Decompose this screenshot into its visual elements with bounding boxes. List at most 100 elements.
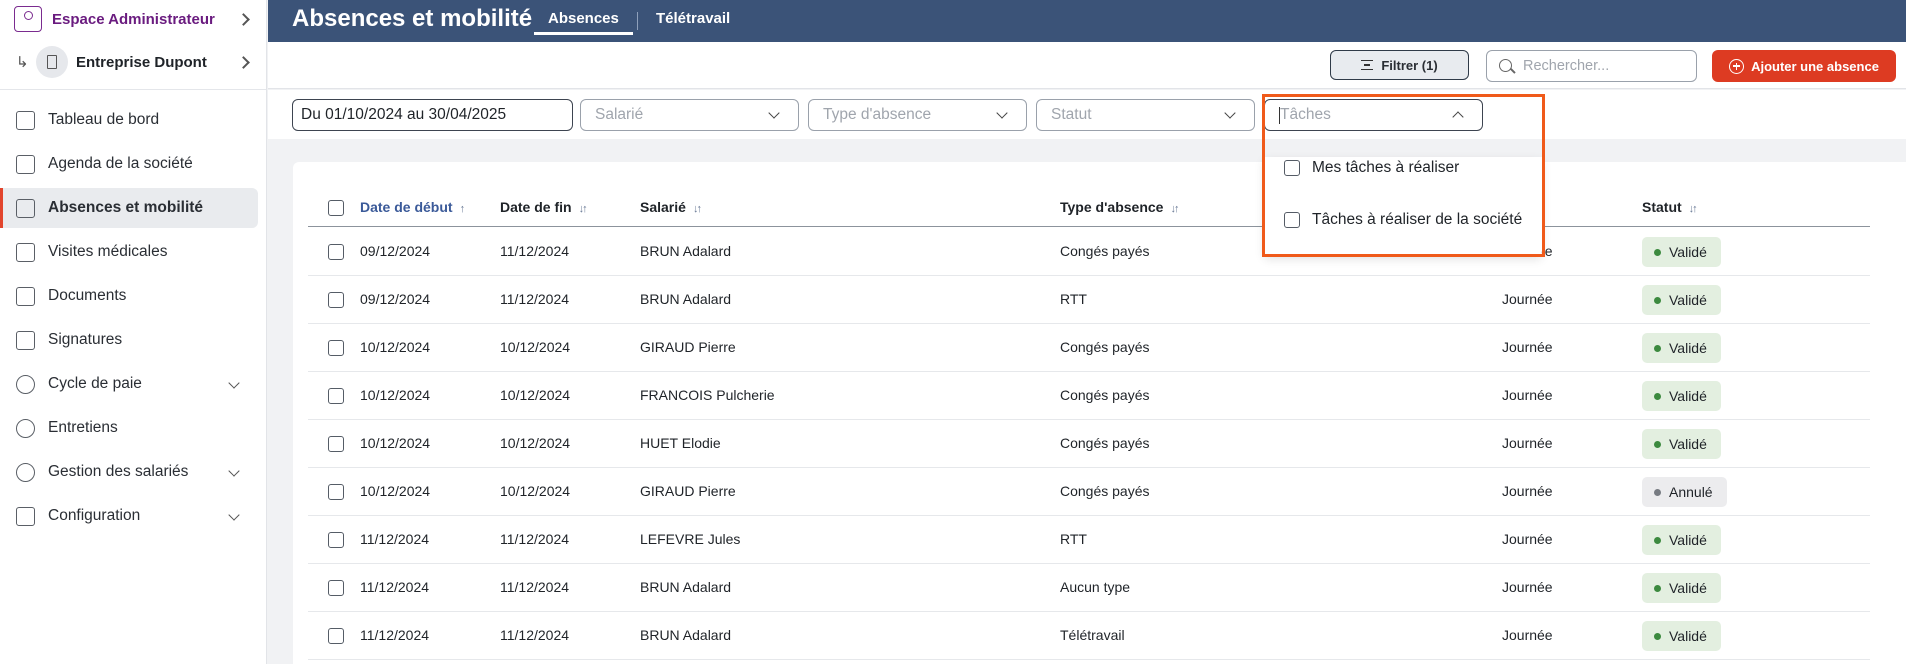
column-employee[interactable]: Salarié ↓↑ (640, 199, 702, 215)
absence-type-cell: RTT (1060, 291, 1087, 307)
row-checkbox[interactable] (328, 580, 344, 596)
table-row[interactable]: 09/12/2024 11/12/2024 BRUN Adalard RTT J… (308, 276, 1870, 324)
column-label: Statut (1642, 199, 1682, 215)
sort-up-icon: ↑ (459, 203, 465, 215)
absence-type-cell: Aucun type (1060, 579, 1131, 595)
row-checkbox[interactable] (328, 532, 344, 548)
column-start-date[interactable]: Date de début ↑ (360, 199, 465, 215)
chevron-down-icon (768, 107, 780, 119)
company-switch[interactable]: ↳ Entreprise Dupont (0, 45, 266, 79)
table-row[interactable]: 09/12/2024 11/12/2024 BRUN Adalard Congé… (308, 228, 1870, 276)
sidebar-item-dashboard[interactable]: Tableau de bord (0, 100, 258, 140)
row-checkbox[interactable] (328, 244, 344, 260)
row-checkbox[interactable] (328, 292, 344, 308)
date-range-field[interactable]: Du 01/10/2024 au 30/04/2025 (292, 99, 573, 131)
sidebar-item-calendar[interactable]: Agenda de la société (0, 144, 258, 184)
sidebar-item-label: Agenda de la société (48, 155, 193, 172)
search-box (1486, 50, 1697, 82)
users-icon (16, 463, 35, 482)
table-row[interactable]: 10/12/2024 10/12/2024 GIRAUD Pierre Cong… (308, 324, 1870, 372)
calendar-icon (16, 155, 35, 174)
admin-space-switch[interactable]: Espace Administrateur (0, 3, 266, 35)
row-checkbox[interactable] (328, 388, 344, 404)
sidebar-header: Espace Administrateur ↳ Entreprise Dupon… (0, 0, 266, 90)
sidebar-item-payroll[interactable]: Cycle de paie (0, 364, 258, 404)
status-select[interactable]: Statut (1036, 99, 1255, 131)
row-checkbox[interactable] (328, 340, 344, 356)
add-absence-button[interactable]: Ajouter une absence (1712, 50, 1896, 82)
employee-cell: BRUN Adalard (640, 627, 732, 643)
table-header: Date de début ↑ Date de fin ↓↑ Salarié ↓↑ T… (308, 190, 1870, 227)
employee-cell: FRANCOIS Pulcherie (640, 387, 775, 403)
admin-icon (14, 6, 42, 32)
tab-telework[interactable]: Télétravail (656, 10, 730, 27)
chevron-down-icon (1224, 107, 1236, 119)
end-date-cell: 10/12/2024 (500, 483, 571, 499)
status-dot (1654, 392, 1661, 400)
sidebar-item-signatures[interactable]: Signatures (0, 320, 258, 360)
chevron-down-icon (228, 377, 240, 389)
duration-cell: Journée (1502, 627, 1553, 643)
payroll-icon (16, 375, 35, 394)
table-row[interactable]: 10/12/2024 10/12/2024 GIRAUD Pierre Cong… (308, 468, 1870, 516)
sidebar-item-configuration[interactable]: Configuration (0, 496, 258, 536)
status-badge: Validé (1642, 573, 1721, 603)
tab-absences[interactable]: Absences (534, 10, 633, 35)
absence-type-cell: RTT (1060, 531, 1087, 547)
chevron-down-icon (228, 465, 240, 477)
table-row[interactable]: 11/12/2024 11/12/2024 LEFEVRE Jules RTT … (308, 516, 1870, 564)
status-dot (1654, 344, 1661, 352)
search-input[interactable] (1523, 55, 1691, 77)
status-badge: Validé (1642, 525, 1721, 555)
column-label: Type d'absence (1060, 199, 1164, 215)
employee-select[interactable]: Salarié (580, 99, 799, 131)
status-label: Validé (1669, 340, 1707, 356)
table-row[interactable]: 10/12/2024 10/12/2024 FRANCOIS Pulcherie… (308, 372, 1870, 420)
page-title: Absences et mobilité (292, 5, 533, 32)
sidebar-item-interviews[interactable]: Entretiens (0, 408, 258, 448)
column-label: Date de fin (500, 199, 572, 215)
employee-cell: HUET Elodie (640, 435, 721, 451)
status-badge: Validé (1642, 429, 1721, 459)
filter-icon (1361, 60, 1374, 70)
employee-placeholder: Salarié (595, 106, 644, 123)
row-checkbox[interactable] (328, 628, 344, 644)
filter-button[interactable]: Filtrer (1) (1330, 50, 1469, 80)
absence-type-cell: Congés payés (1060, 339, 1150, 355)
sidebar-item-label: Documents (48, 287, 127, 304)
sidebar-item-documents[interactable]: Documents (0, 276, 258, 316)
filter-button-label: Filtrer (1) (1381, 57, 1438, 73)
absence-type-cell: Congés payés (1060, 387, 1150, 403)
status-badge: Validé (1642, 381, 1721, 411)
pen-icon (16, 331, 35, 350)
top-bar: Absences et mobilité Absences Télétravai… (268, 0, 1906, 42)
column-end-date[interactable]: Date de fin ↓↑ (500, 199, 588, 215)
sort-icon: ↓↑ (1170, 203, 1179, 215)
chevron-down-icon (996, 107, 1008, 119)
table-row[interactable]: 11/12/2024 11/12/2024 BRUN Adalard Télét… (308, 612, 1870, 660)
sidebar-item-label: Entretiens (48, 419, 118, 436)
date-range-value: Du 01/10/2024 au 30/04/2025 (301, 106, 507, 123)
sidebar-item-absences[interactable]: Absences et mobilité (0, 188, 258, 228)
sidebar-item-medical[interactable]: Visites médicales (0, 232, 258, 272)
row-checkbox[interactable] (328, 436, 344, 452)
status-badge: Annulé (1642, 477, 1727, 507)
select-all-checkbox[interactable] (328, 200, 344, 216)
employee-cell: GIRAUD Pierre (640, 483, 736, 499)
absence-type-select[interactable]: Type d'absence (808, 99, 1027, 131)
sidebar-nav: Tableau de bord Agenda de la société Abs… (0, 100, 266, 540)
start-date-cell: 10/12/2024 (360, 435, 431, 451)
sidebar: Espace Administrateur ↳ Entreprise Dupon… (0, 0, 267, 664)
sidebar-item-label: Visites médicales (48, 243, 168, 260)
absences-table: Date de début ↑ Date de fin ↓↑ Salarié ↓↑ T… (293, 162, 1906, 664)
status-badge: Validé (1642, 285, 1721, 315)
sidebar-item-employees[interactable]: Gestion des salariés (0, 452, 258, 492)
column-status[interactable]: Statut ↓↑ (1642, 199, 1698, 215)
table-row[interactable]: 10/12/2024 10/12/2024 HUET Elodie Congés… (308, 420, 1870, 468)
absence-type-cell: Télétravail (1060, 627, 1125, 643)
column-absence-type[interactable]: Type d'absence ↓↑ (1060, 199, 1179, 215)
duration-cell: Journée (1502, 387, 1553, 403)
row-checkbox[interactable] (328, 484, 344, 500)
end-date-cell: 11/12/2024 (500, 291, 570, 307)
table-row[interactable]: 11/12/2024 11/12/2024 BRUN Adalard Aucun… (308, 564, 1870, 612)
